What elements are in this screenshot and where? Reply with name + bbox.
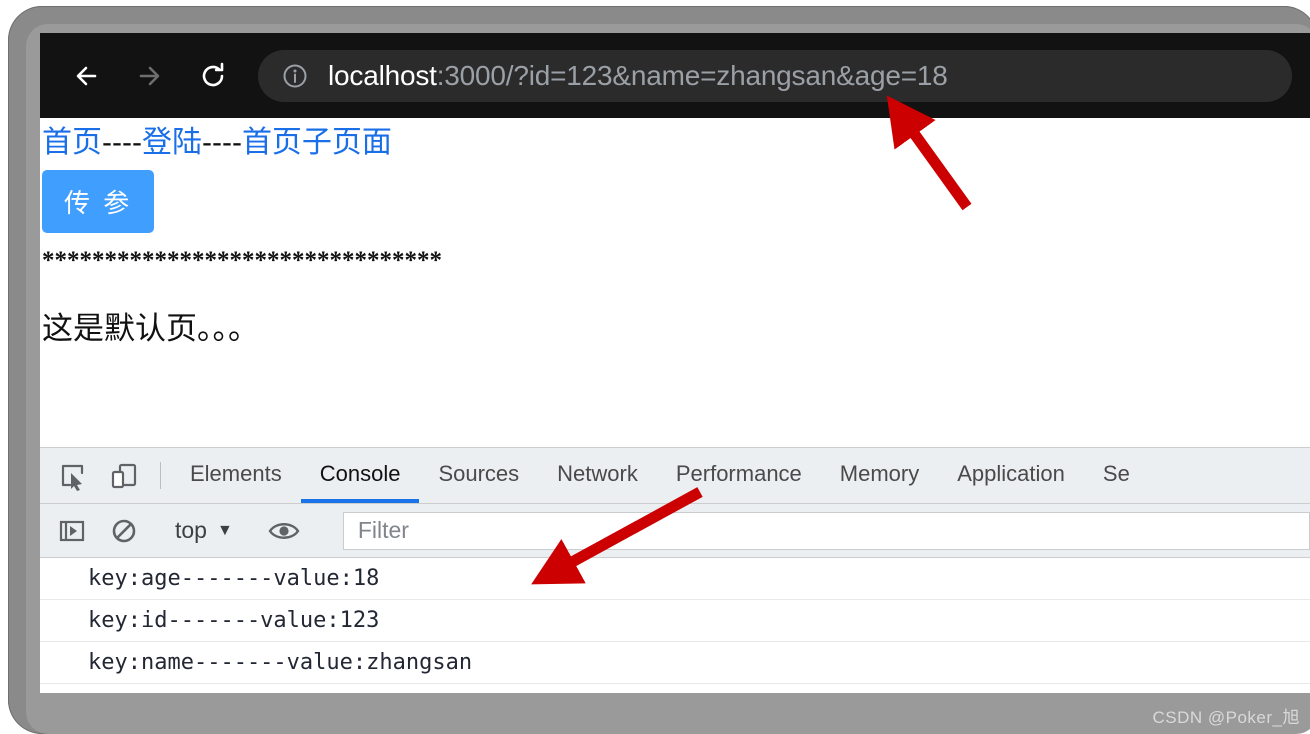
tab-console[interactable]: Console — [300, 448, 420, 503]
devtools-tabbar: Elements Console Sources Network Perform… — [40, 448, 1310, 504]
pass-param-button[interactable]: 传 参 — [42, 170, 155, 233]
console-sidebar-toggle-button[interactable] — [46, 516, 98, 546]
browser-toolbar: localhost:3000/?id=123&name=zhangsan&age… — [40, 33, 1310, 118]
link-home[interactable]: 首页 — [42, 126, 102, 159]
url-path: :3000/?id=123&name=zhangsan&age=18 — [436, 59, 948, 91]
clear-console-icon — [112, 519, 136, 542]
url-host: localhost — [328, 59, 437, 91]
tab-memory[interactable]: Memory — [821, 448, 938, 503]
console-input-prompt[interactable]: > — [40, 684, 1310, 692]
page-viewport: 首页----登陆----首页子页面 传 参 ******************… — [40, 118, 1310, 447]
default-page-text: 这是默认页。。。 — [42, 311, 259, 346]
device-toolbar-icon — [111, 463, 137, 488]
url-text: localhost:3000/?id=123&name=zhangsan&age… — [328, 60, 948, 92]
chevron-down-icon: ▼ — [216, 521, 233, 539]
console-sidebar-icon — [59, 520, 85, 541]
tab-sources[interactable]: Sources — [419, 448, 538, 503]
eye-icon — [268, 522, 300, 539]
info-circle-icon — [283, 64, 307, 87]
link-separator-1: ---- — [102, 126, 142, 159]
reload-button[interactable] — [182, 45, 244, 107]
console-live-expression-button[interactable] — [258, 516, 310, 546]
console-filter-input[interactable]: Filter — [342, 511, 1310, 550]
devtools-panel: Elements Console Sources Network Perform… — [40, 447, 1310, 693]
console-context-selector[interactable]: top ▼ — [171, 517, 237, 544]
back-button[interactable] — [58, 45, 120, 107]
console-toolbar: top ▼ Filter — [40, 504, 1310, 558]
clear-console-button[interactable] — [98, 516, 150, 546]
site-info-icon[interactable] — [280, 61, 310, 91]
tabbar-divider — [160, 462, 161, 489]
console-message: key:id-------value:123 — [40, 600, 1310, 642]
forward-arrow-icon — [139, 66, 160, 85]
tab-network[interactable]: Network — [538, 448, 657, 503]
console-message: key:name-------value:zhangsan — [40, 642, 1310, 684]
console-context-label: top — [175, 517, 207, 543]
screenshot-root: localhost:3000/?id=123&name=zhangsan&age… — [0, 0, 1310, 734]
inspect-element-button[interactable] — [46, 448, 98, 503]
tab-elements[interactable]: Elements — [171, 448, 301, 503]
link-separator-2: ---- — [201, 126, 242, 159]
link-login[interactable]: 登陆 — [142, 126, 202, 159]
inspect-cursor-icon — [61, 464, 84, 491]
button-row: 传 参 — [40, 162, 1310, 233]
watermark: CSDN @Poker_旭 — [1152, 708, 1300, 727]
toggle-device-toolbar-button[interactable] — [98, 448, 150, 503]
console-filter-placeholder: Filter — [357, 517, 409, 543]
browser-window: localhost:3000/?id=123&name=zhangsan&age… — [40, 33, 1310, 693]
nav-links-row: 首页----登陆----首页子页面 — [40, 124, 1310, 162]
link-home-subpage[interactable]: 首页子页面 — [242, 126, 392, 159]
tab-application[interactable]: Application — [938, 448, 1084, 503]
forward-button[interactable] — [120, 45, 182, 107]
tab-performance[interactable]: Performance — [657, 448, 821, 503]
back-arrow-icon — [76, 66, 97, 85]
address-bar[interactable]: localhost:3000/?id=123&name=zhangsan&age… — [258, 49, 1292, 102]
reload-icon — [202, 62, 224, 86]
tab-security[interactable]: Se — [1084, 448, 1149, 503]
devtools-tool-icons — [40, 448, 150, 503]
console-message-list: key:age-------value:18 key:id-------valu… — [40, 558, 1310, 692]
console-message: key:age-------value:18 — [40, 558, 1310, 600]
separator-stars: ******************************** — [42, 247, 442, 274]
